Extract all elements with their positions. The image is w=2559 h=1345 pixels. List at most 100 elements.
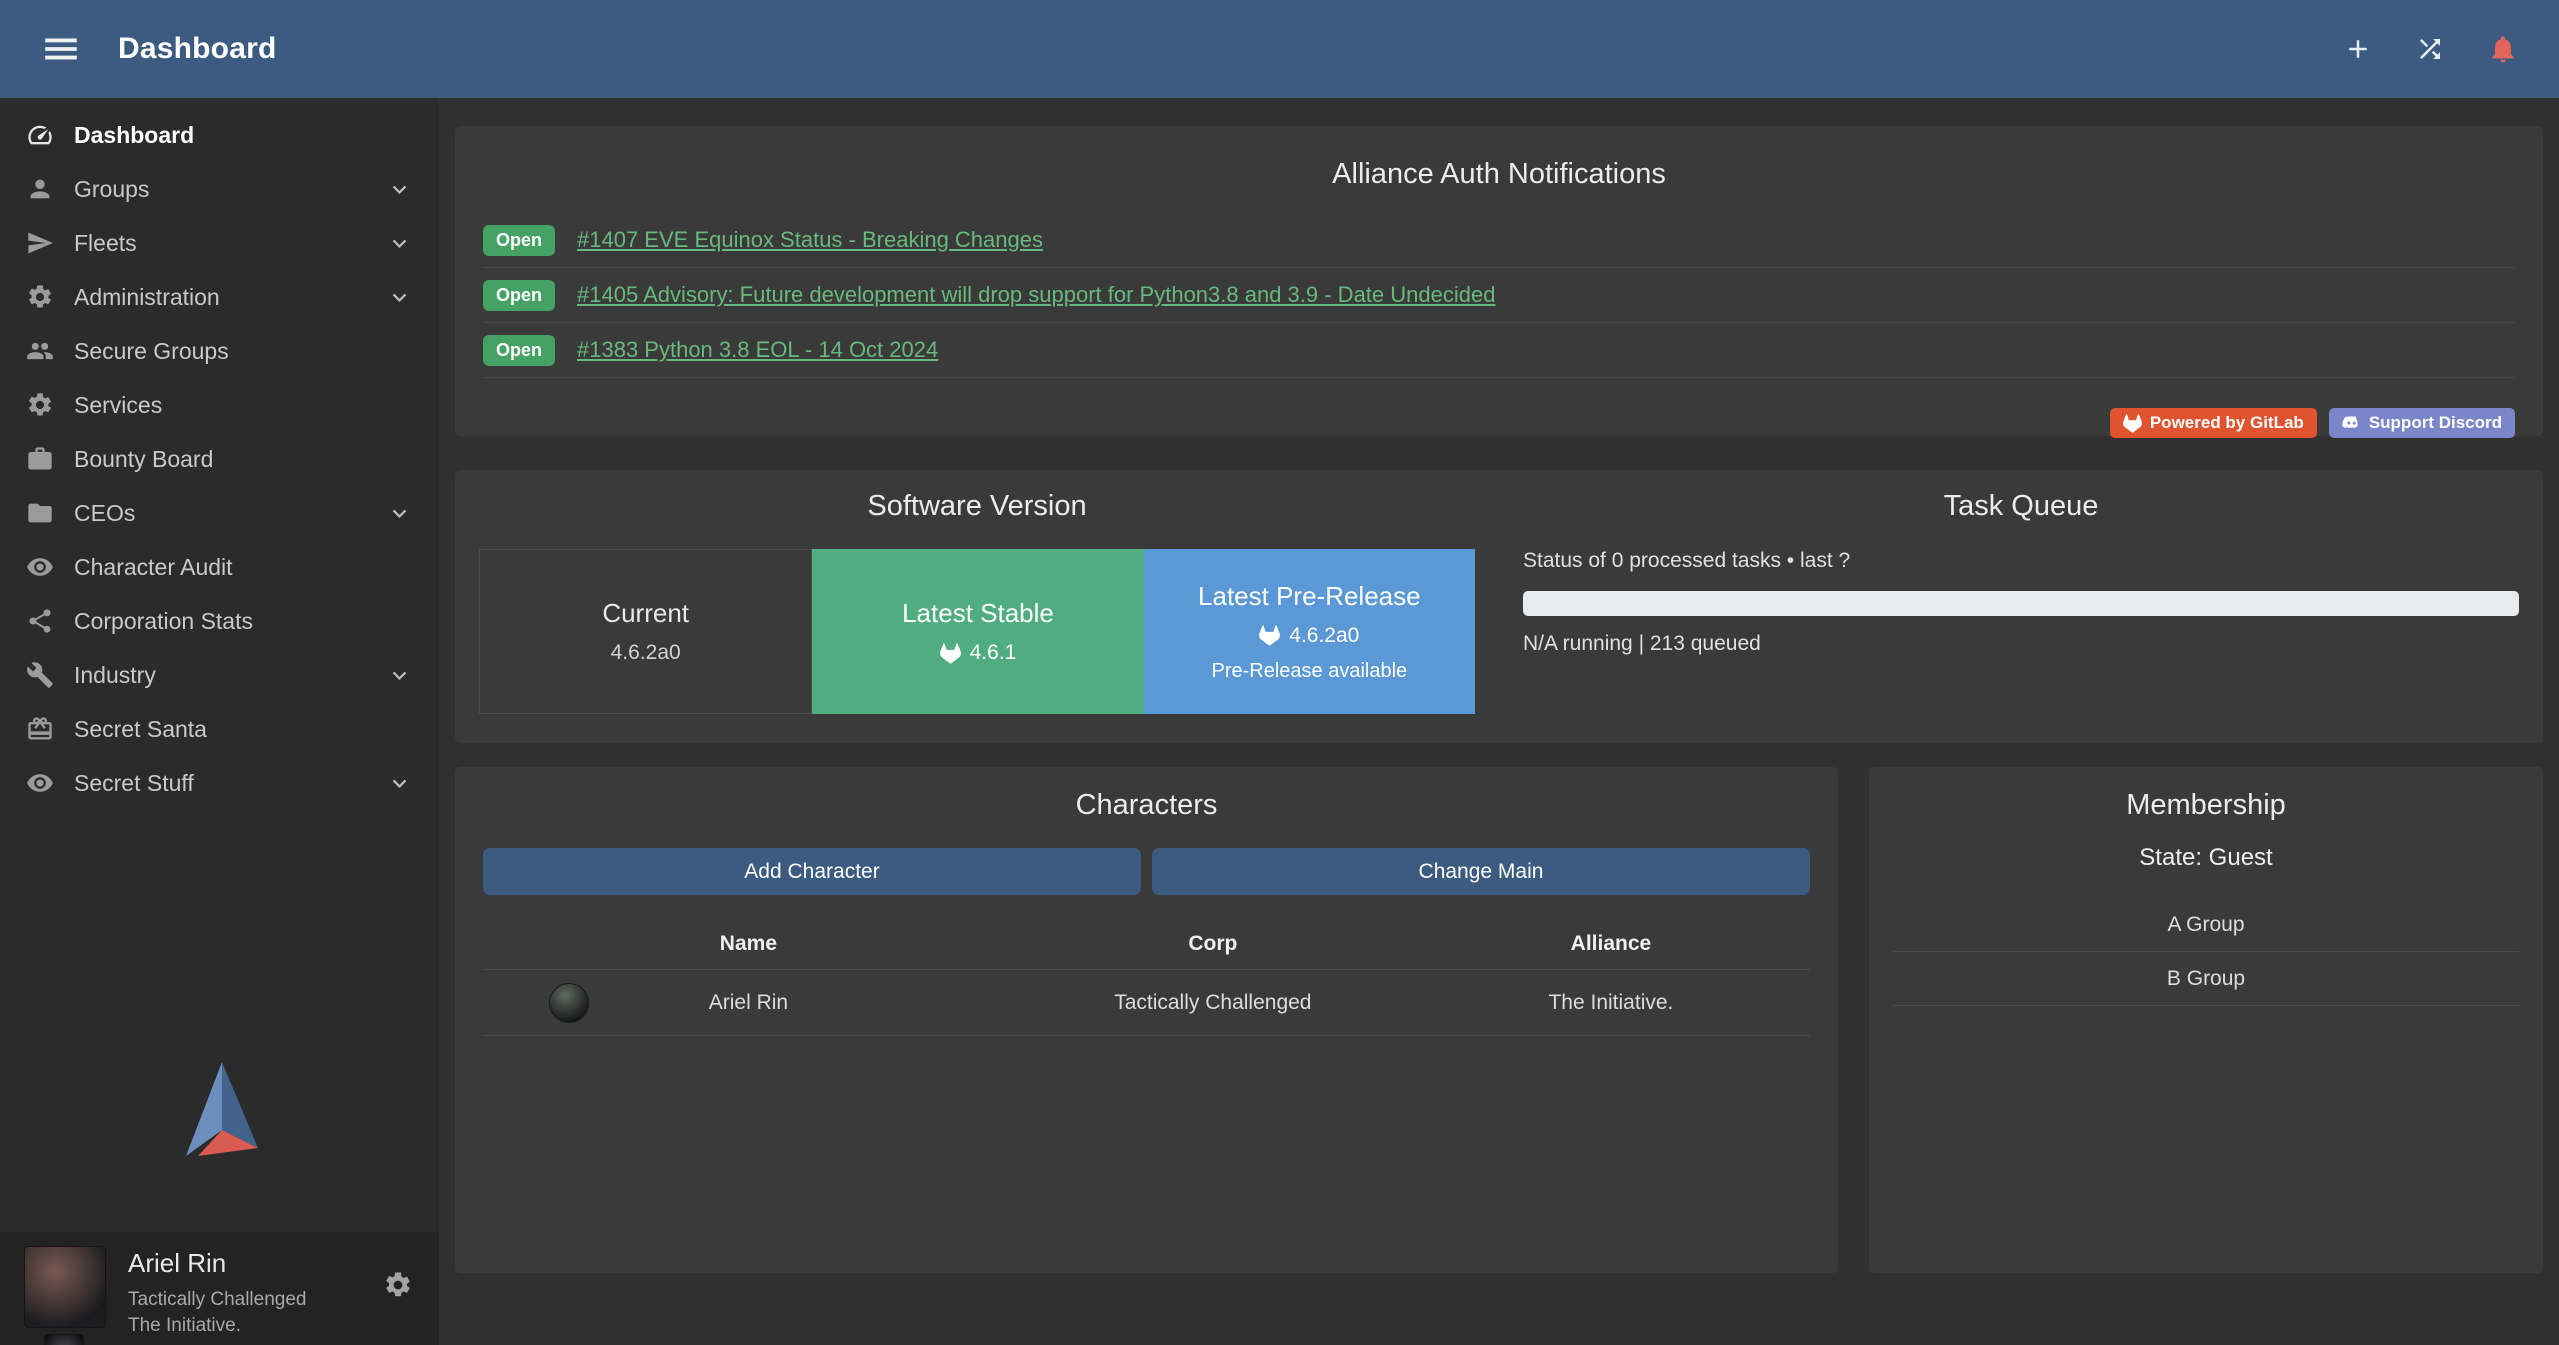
users-icon <box>26 337 54 365</box>
gitlab-icon <box>2123 414 2142 433</box>
sidebar-item-administration[interactable]: Administration <box>0 270 439 324</box>
gauge-icon <box>26 121 54 149</box>
plus-icon[interactable] <box>2343 34 2373 64</box>
notification-link[interactable]: #1383 Python 3.8 EOL - 14 Oct 2024 <box>577 337 938 363</box>
characters-table-header: Name Corp Alliance <box>483 919 1810 970</box>
sidebar-item-character-audit[interactable]: Character Audit <box>0 540 439 594</box>
chevron-down-icon <box>386 176 413 203</box>
status-badge: Open <box>483 335 555 366</box>
top-navbar: Dashboard <box>0 0 2559 98</box>
task-queue-status: Status of 0 processed tasks • last ? <box>1523 549 2519 573</box>
version-cell-heading: Latest Stable <box>902 598 1054 629</box>
list-item: A Group <box>1893 898 2519 952</box>
badge-label: Powered by GitLab <box>2150 413 2304 433</box>
sidebar-item-label: CEOs <box>74 500 135 527</box>
software-taskqueue-panel: Software Version Current 4.6.2a0 Latest … <box>455 470 2543 743</box>
software-version-title: Software Version <box>479 490 1475 523</box>
main-content: Alliance Auth Notifications Open #1407 E… <box>439 98 2559 1345</box>
notifications-footer: Powered by GitLab Support Discord <box>483 408 2515 438</box>
sidebar-item-label: Secret Santa <box>74 716 207 743</box>
task-queue-progressbar <box>1523 591 2519 616</box>
sidebar-item-label: Corporation Stats <box>74 608 253 635</box>
sidebar-item-secret-stuff[interactable]: Secret Stuff <box>0 756 439 810</box>
notification-row: Open #1405 Advisory: Future development … <box>483 268 2515 323</box>
user-icon <box>26 175 54 203</box>
characters-title: Characters <box>483 789 1810 822</box>
software-version-column: Software Version Current 4.6.2a0 Latest … <box>455 470 1499 743</box>
shuffle-icon[interactable] <box>2415 34 2445 64</box>
discord-icon <box>2342 414 2361 433</box>
sidebar-item-services[interactable]: Services <box>0 378 439 432</box>
notification-row: Open #1383 Python 3.8 EOL - 14 Oct 2024 <box>483 323 2515 378</box>
eye-icon <box>26 769 54 797</box>
version-cell-current: Current 4.6.2a0 <box>479 549 812 714</box>
bottom-row: Characters Add Character Change Main Nam… <box>455 767 2543 1273</box>
task-queue-counts: N/A running | 213 queued <box>1523 632 2519 656</box>
characters-table: Name Corp Alliance Ariel Rin Tactically … <box>483 919 1810 1036</box>
chevron-down-icon <box>386 770 413 797</box>
chevron-down-icon <box>386 230 413 257</box>
chevron-down-icon <box>386 284 413 311</box>
sidebar-item-label: Industry <box>74 662 156 689</box>
current-version: 4.6.2a0 <box>611 641 681 665</box>
sidebar-item-label: Secret Stuff <box>74 770 194 797</box>
prerelease-version: 4.6.2a0 <box>1289 624 1359 648</box>
prerelease-note: Pre-Release available <box>1211 660 1407 683</box>
billboard-icon <box>26 445 54 473</box>
column-header-alliance: Alliance <box>1412 932 1810 956</box>
sidebar-nav: Dashboard Groups Fleets Administration S… <box>0 98 439 810</box>
sidebar-item-label: Character Audit <box>74 554 233 581</box>
task-queue-title: Task Queue <box>1523 490 2519 523</box>
hamburger-menu-icon[interactable] <box>40 28 82 70</box>
page-title: Dashboard <box>118 32 277 66</box>
rocket-icon <box>26 229 54 257</box>
sidebar-item-label: Dashboard <box>74 122 194 149</box>
corp-logo <box>44 1334 84 1345</box>
notification-row: Open #1407 EVE Equinox Status - Breaking… <box>483 213 2515 268</box>
sidebar-item-label: Secure Groups <box>74 338 229 365</box>
sidebar-item-industry[interactable]: Industry <box>0 648 439 702</box>
notification-link[interactable]: #1405 Advisory: Future development will … <box>577 282 1495 308</box>
user-name: Ariel Rin <box>128 1248 307 1279</box>
sidebar-item-ceos[interactable]: CEOs <box>0 486 439 540</box>
task-queue-column: Task Queue Status of 0 processed tasks •… <box>1499 470 2543 743</box>
sidebar-item-bounty-board[interactable]: Bounty Board <box>0 432 439 486</box>
version-table: Current 4.6.2a0 Latest Stable 4.6.1 Late… <box>479 549 1475 714</box>
characters-panel: Characters Add Character Change Main Nam… <box>455 767 1838 1273</box>
sidebar-item-dashboard[interactable]: Dashboard <box>0 108 439 162</box>
membership-panel: Membership State: Guest A Group B Group <box>1869 767 2543 1273</box>
notifications-panel: Alliance Auth Notifications Open #1407 E… <box>455 126 2543 436</box>
alliance-auth-logo <box>0 1056 439 1232</box>
version-cell-heading: Latest Pre-Release <box>1198 581 1421 612</box>
chevron-down-icon <box>386 500 413 527</box>
notifications-title: Alliance Auth Notifications <box>483 158 2515 191</box>
stable-version: 4.6.1 <box>970 641 1017 665</box>
column-header-corp: Corp <box>1014 932 1412 956</box>
sidebar-item-secret-santa[interactable]: Secret Santa <box>0 702 439 756</box>
sidebar-item-fleets[interactable]: Fleets <box>0 216 439 270</box>
gear-icon[interactable] <box>383 1270 413 1300</box>
add-character-button[interactable]: Add Character <box>483 848 1141 895</box>
sleigh-icon <box>26 715 54 743</box>
sidebar-item-secure-groups[interactable]: Secure Groups <box>0 324 439 378</box>
app-root: Dashboard Dashboard Groups Fleets <box>0 0 2559 1345</box>
user-alliance: The Initiative. <box>128 1313 307 1339</box>
user-corp: Tactically Challenged <box>128 1287 307 1313</box>
support-discord-badge[interactable]: Support Discord <box>2329 408 2515 438</box>
badge-label: Support Discord <box>2369 413 2502 433</box>
sidebar-item-groups[interactable]: Groups <box>0 162 439 216</box>
sidebar-item-corporation-stats[interactable]: Corporation Stats <box>0 594 439 648</box>
character-avatar <box>549 983 589 1023</box>
notification-link[interactable]: #1407 EVE Equinox Status - Breaking Chan… <box>577 227 1043 253</box>
user-meta: Ariel Rin Tactically Challenged The Init… <box>128 1246 307 1345</box>
powered-by-gitlab-badge[interactable]: Powered by GitLab <box>2110 408 2317 438</box>
folder-icon <box>26 499 54 527</box>
user-panel: Ariel Rin Tactically Challenged The Init… <box>0 1232 439 1345</box>
character-alliance: The Initiative. <box>1412 991 1810 1015</box>
change-main-button[interactable]: Change Main <box>1152 848 1810 895</box>
bell-icon[interactable] <box>2487 33 2519 65</box>
wrench-icon <box>26 661 54 689</box>
version-cell-heading: Current <box>602 598 689 629</box>
sidebar-item-label: Bounty Board <box>74 446 213 473</box>
sidebar-item-label: Fleets <box>74 230 137 257</box>
